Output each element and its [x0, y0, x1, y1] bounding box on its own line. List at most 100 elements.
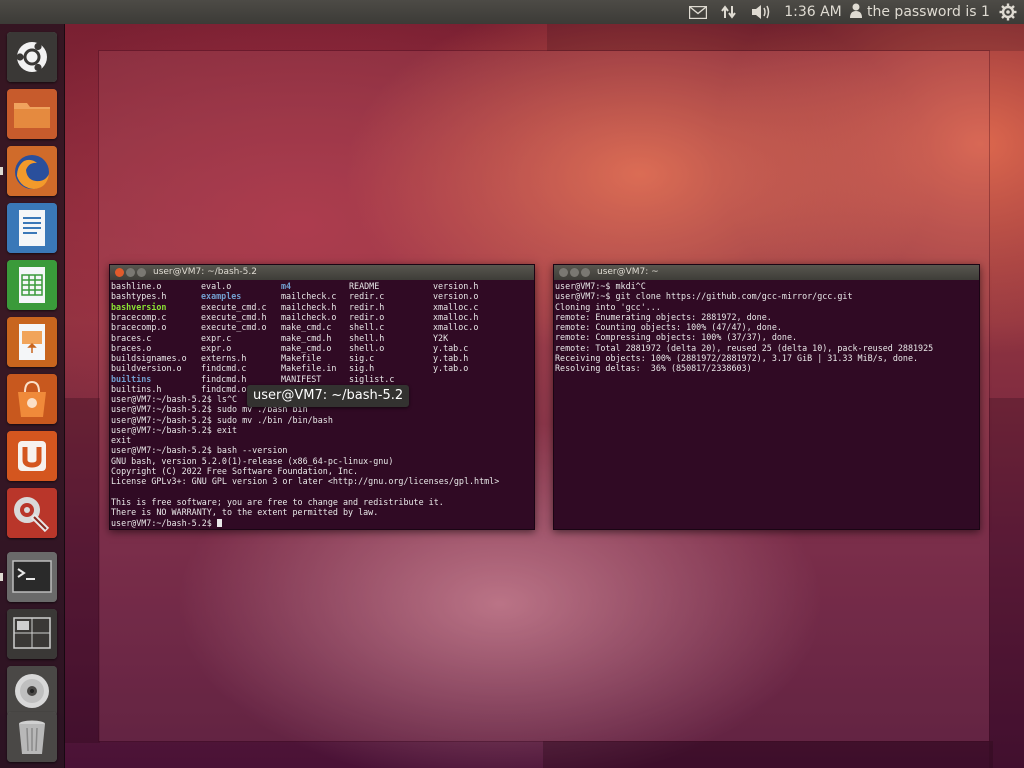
ls-entry: builtins.h	[111, 384, 162, 394]
writer-launcher[interactable]	[7, 203, 57, 253]
system-settings-launcher[interactable]	[7, 488, 57, 538]
terminal-window-home[interactable]: user@VM7: ~ user@VM7:~$ mkdi^C user@VM7:~…	[553, 264, 980, 530]
terminal-line: Receiving objects: 100% (2881972/2881972…	[555, 353, 919, 364]
ls-entry: expr.c	[201, 332, 232, 343]
ls-entry: externs.h	[201, 353, 247, 364]
calc-launcher[interactable]	[7, 260, 57, 310]
gear-icon[interactable]	[995, 0, 1021, 24]
terminal-launcher[interactable]	[7, 552, 57, 602]
ls-entry: buildversion.o	[111, 363, 182, 374]
ls-entry: make_cmd.h	[281, 332, 332, 343]
close-window-button[interactable]	[115, 268, 124, 277]
ls-entry: expr.o	[201, 342, 232, 353]
ls-entry: builtins	[111, 373, 152, 384]
terminal-line: user@VM7:~$ mkdi^C	[555, 281, 646, 291]
ls-entry: findcmd.h	[201, 373, 247, 384]
running-indicator	[0, 573, 7, 581]
terminal-line: Resolving deltas: 36% (850817/2338603)	[555, 363, 752, 374]
firefox-launcher[interactable]	[7, 146, 57, 196]
person-icon	[850, 3, 862, 22]
ls-entry: xmalloc.o	[433, 322, 479, 333]
ls-entry: xmalloc.h	[433, 311, 479, 322]
firefox-icon	[7, 146, 57, 196]
terminal-line: remote: Total 2881972 (delta 20), reused…	[555, 342, 934, 353]
ls-entry: make_cmd.o	[281, 342, 332, 353]
ls-entry: execute_cmd.h	[201, 311, 267, 322]
home-folder-launcher[interactable]	[7, 89, 57, 139]
maximize-window-button[interactable]	[137, 268, 146, 277]
terminal-line: GNU bash, version 5.2.0(1)-release (x86_…	[111, 455, 394, 466]
terminal-line: user@VM7:~/bash-5.2$ sudo mv ./bin /bin/…	[111, 414, 333, 425]
background-window-edge	[989, 398, 1024, 768]
terminal-line: This is free software; you are free to c…	[111, 496, 444, 507]
terminal-line: user@VM7:~/bash-5.2$ bash --version	[111, 445, 288, 456]
ls-entry: mailcheck.c	[281, 291, 337, 302]
text-cursor	[216, 518, 222, 527]
maximize-window-button[interactable]	[581, 268, 590, 277]
ls-entry: execute_cmd.o	[201, 322, 267, 333]
ls-entry: redir.h	[349, 301, 385, 312]
ubuntu-one-launcher[interactable]	[7, 431, 57, 481]
envelope-icon[interactable]	[684, 0, 712, 24]
ls-entry: Makefile.in	[281, 363, 337, 374]
window-titlebar[interactable]: user@VM7: ~	[554, 265, 979, 280]
terminal-output[interactable]: user@VM7:~$ mkdi^C user@VM7:~$ git clone …	[554, 280, 979, 529]
terminal-line: There is NO WARRANTY, to the extent perm…	[111, 507, 379, 518]
ls-entry: findcmd.c	[201, 363, 247, 374]
close-window-button[interactable]	[559, 268, 568, 277]
workspace-switcher-launcher[interactable]	[7, 609, 57, 659]
clock[interactable]: 1:36 AM	[782, 0, 844, 24]
ls-entry: bracecomp.o	[111, 322, 167, 333]
ls-entry: findcmd.o	[201, 384, 247, 394]
ubuntu-one-icon	[7, 431, 57, 481]
terminal-line: License GPLv3+: GNU GPL version 3 or lat…	[111, 476, 500, 487]
terminal-line: Cloning into 'gcc'...	[555, 301, 661, 312]
speaker-icon[interactable]	[747, 0, 775, 24]
impress-launcher[interactable]	[7, 317, 57, 367]
terminal-line: remote: Counting objects: 100% (47/47), …	[555, 322, 782, 333]
terminal-line: remote: Enumerating objects: 2881972, do…	[555, 311, 772, 322]
ls-entry: mailcheck.o	[281, 311, 337, 322]
writer-icon	[7, 203, 57, 253]
ls-entry: examples	[201, 291, 242, 302]
ls-entry: Makefile	[281, 353, 322, 364]
calc-icon	[7, 260, 57, 310]
ls-entry: sig.h	[349, 363, 375, 374]
ls-entry: xmalloc.c	[433, 301, 479, 312]
network-updown-icon[interactable]	[716, 0, 742, 24]
ls-entry: Y2K	[433, 332, 449, 343]
ls-entry: y.tab.h	[433, 353, 469, 364]
ls-entry: bashversion	[111, 301, 167, 312]
ls-entry: y.tab.c	[433, 342, 469, 353]
background-window-edge	[543, 741, 993, 768]
background-window-edge	[547, 24, 1024, 51]
ls-entry: m4	[281, 281, 292, 291]
ls-entry: shell.c	[349, 322, 385, 333]
trash-launcher[interactable]	[7, 712, 57, 762]
software-center-launcher[interactable]	[7, 374, 57, 424]
software-center-bag-icon	[7, 374, 57, 424]
dash-home-button[interactable]	[7, 32, 57, 82]
ls-entry: bashtypes.h	[111, 291, 167, 302]
minimize-window-button[interactable]	[126, 268, 135, 277]
user-menu[interactable]: the password is 1	[850, 0, 990, 24]
minimize-window-button[interactable]	[570, 268, 579, 277]
ls-entry: README	[349, 281, 380, 291]
ls-entry: redir.o	[349, 311, 385, 322]
window-titlebar[interactable]: user@VM7: ~/bash-5.2	[110, 265, 534, 280]
ls-entry: MANIFEST	[281, 373, 322, 384]
ls-entry: make_cmd.c	[281, 322, 332, 333]
dvd-launcher[interactable]	[7, 666, 57, 716]
window-title-tooltip: user@VM7: ~/bash-5.2	[247, 385, 410, 407]
background-window-edge	[64, 398, 100, 743]
launcher	[0, 24, 65, 768]
ubuntu-logo-icon	[7, 32, 57, 82]
terminal-line: remote: Compressing objects: 100% (37/37…	[555, 332, 798, 343]
ls-entry: mailcheck.h	[281, 301, 337, 312]
trash-icon	[7, 712, 57, 762]
ls-entry: sig.c	[349, 353, 375, 364]
terminal-line: user@VM7:~/bash-5.2$	[111, 518, 534, 528]
workspaces-icon	[7, 609, 57, 659]
terminal-icon	[7, 552, 57, 602]
